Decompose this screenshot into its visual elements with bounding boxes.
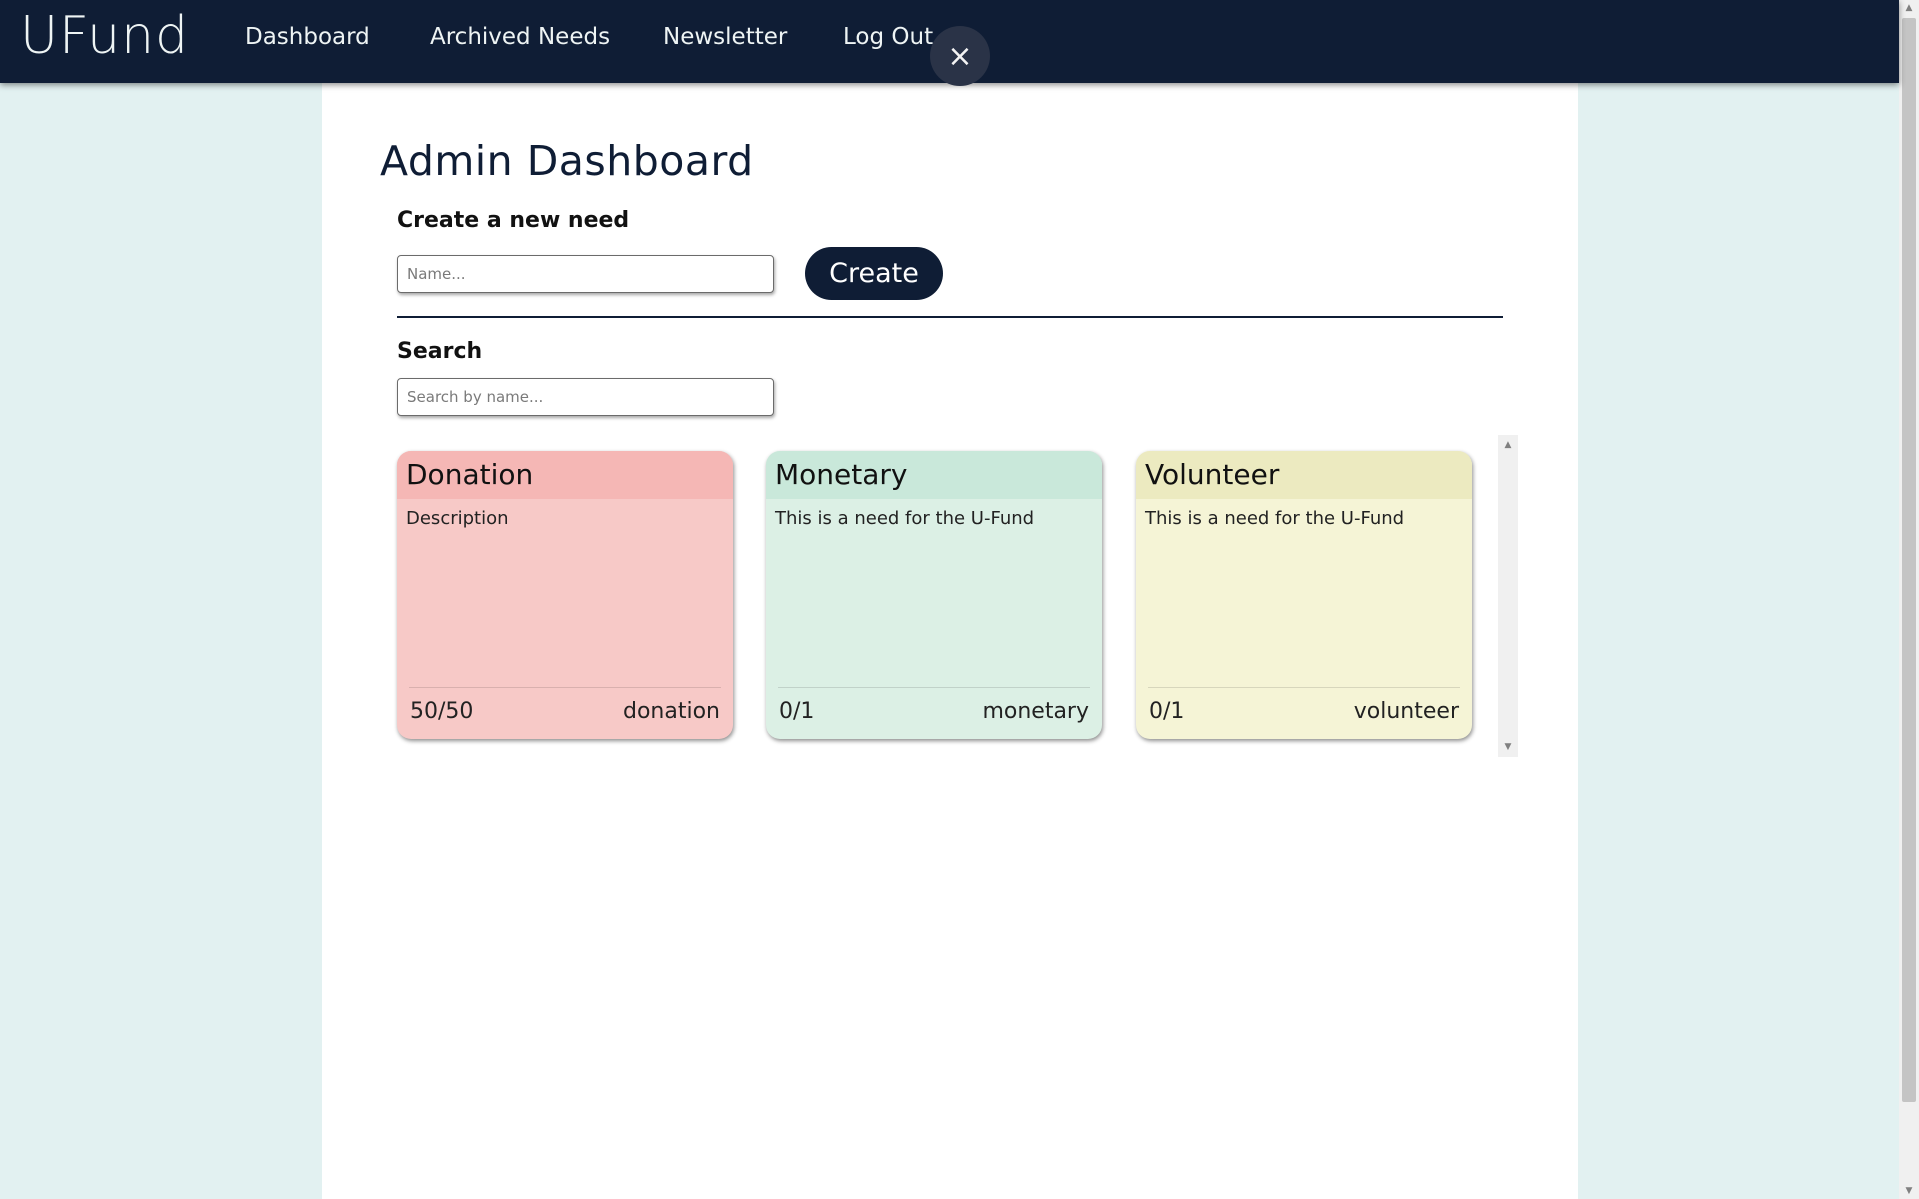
scroll-down-icon[interactable]: ▼ xyxy=(1498,739,1518,755)
page-scroll-up-icon[interactable]: ▲ xyxy=(1899,0,1919,16)
create-need-label: Create a new need xyxy=(397,208,630,233)
nav-newsletter[interactable]: Newsletter xyxy=(663,24,787,50)
card-title: Monetary xyxy=(766,451,1102,499)
need-card-donation[interactable]: Donation Description 50/50 donation xyxy=(397,451,733,739)
card-divider xyxy=(1148,687,1460,688)
needs-list: Donation Description 50/50 donation Mone… xyxy=(397,434,1535,756)
search-label: Search xyxy=(397,339,483,364)
brand-logo[interactable]: UFund xyxy=(20,6,189,66)
need-card-volunteer[interactable]: Volunteer This is a need for the U-Fund … xyxy=(1136,451,1472,739)
card-description: Description xyxy=(406,508,509,529)
card-type: volunteer xyxy=(1353,699,1459,724)
create-button[interactable]: Create xyxy=(805,247,943,300)
card-divider xyxy=(778,687,1090,688)
card-divider xyxy=(409,687,721,688)
card-progress: 50/50 xyxy=(410,699,474,724)
card-type: monetary xyxy=(982,699,1089,724)
card-title: Donation xyxy=(397,451,733,499)
page-scroll-thumb[interactable] xyxy=(1902,18,1916,1102)
close-icon[interactable]: × xyxy=(930,26,990,86)
card-progress: 0/1 xyxy=(779,699,815,724)
card-description: This is a need for the U-Fund xyxy=(775,508,1035,529)
nav-archived-needs[interactable]: Archived Needs xyxy=(430,24,610,50)
main-panel: Admin Dashboard Create a new need Create… xyxy=(322,83,1578,1199)
scroll-up-icon[interactable]: ▲ xyxy=(1498,437,1518,453)
page-title: Admin Dashboard xyxy=(380,137,754,185)
page-scroll-down-icon[interactable]: ▼ xyxy=(1899,1183,1919,1199)
card-progress: 0/1 xyxy=(1149,699,1185,724)
search-input[interactable] xyxy=(397,378,774,416)
card-description: This is a need for the U-Fund xyxy=(1145,508,1405,529)
need-name-input[interactable] xyxy=(397,255,774,293)
nav-dashboard[interactable]: Dashboard xyxy=(245,24,370,50)
nav-log-out[interactable]: Log Out xyxy=(843,24,933,50)
page-scrollbar[interactable]: ▲ ▼ xyxy=(1899,0,1919,1199)
need-card-monetary[interactable]: Monetary This is a need for the U-Fund 0… xyxy=(766,451,1102,739)
card-title: Volunteer xyxy=(1136,451,1472,499)
needs-scrollbar[interactable]: ▲ ▼ xyxy=(1498,435,1518,757)
card-type: donation xyxy=(623,699,720,724)
section-divider xyxy=(397,316,1503,318)
